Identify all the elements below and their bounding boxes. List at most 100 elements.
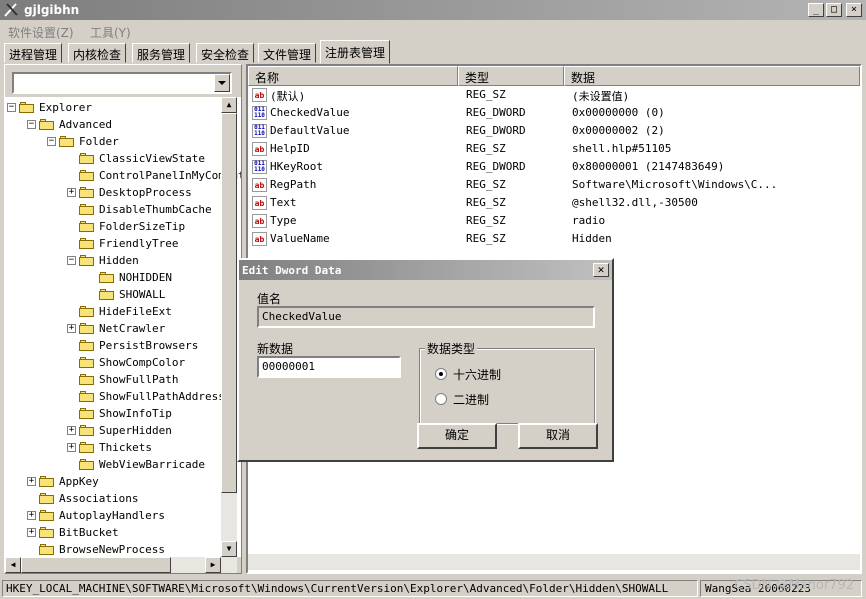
tree-node[interactable]: + DesktopProcess [5,185,221,201]
cell-data: (未设置值) [572,90,630,103]
key-combo-box[interactable] [12,72,232,94]
expand-icon[interactable]: + [67,188,76,197]
value-data-input[interactable]: 00000001 [257,356,401,378]
column-header-name[interactable]: 名称 [248,66,458,86]
ok-button[interactable]: 确定 [417,423,497,449]
maximize-button[interactable]: □ [826,3,842,17]
tree-node-label: PersistBrowsers [99,339,199,352]
tree-node[interactable]: WebViewBarricade [5,457,221,473]
tree-node[interactable]: ShowFullPath [5,372,221,388]
tree-node-label: WebViewBarricade [99,458,205,471]
scroll-thumb[interactable] [221,113,237,493]
list-row[interactable]: ab Type REG_SZ radio [248,212,860,230]
tree-node[interactable]: PersistBrowsers [5,338,221,354]
tree-node[interactable]: ClassicViewState [5,151,221,167]
tree-node[interactable]: FriendlyTree [5,236,221,252]
collapse-icon[interactable]: − [47,137,56,146]
tree-node[interactable]: FolderSizeTip [5,219,221,235]
tree-node[interactable]: + SuperHidden [5,423,221,439]
tree-node[interactable]: BrowseNewProcess [5,542,221,557]
column-header-data[interactable]: 数据 [564,66,860,86]
tree-node[interactable]: − Hidden [5,253,221,269]
tree-node-label: Hidden [99,254,139,267]
expand-icon[interactable]: + [67,324,76,333]
list-row[interactable]: ab Text REG_SZ @shell32.dll,-30500 [248,194,860,212]
tab-kernel[interactable]: 内核检查 [68,43,127,63]
scroll-up-icon[interactable]: ▲ [221,97,237,113]
menu-software-settings[interactable]: 软件设置(Z) [8,24,74,41]
cell-type: REG_DWORD [466,124,526,137]
list-row[interactable]: ab RegPath REG_SZ Software\Microsoft\Window… [248,176,860,194]
tree-horizontal-scrollbar[interactable]: ◀ ▶ [5,557,237,573]
tab-services[interactable]: 服务管理 [132,43,191,63]
binary-radio[interactable] [435,393,447,405]
tree-node[interactable]: − Advanced [5,117,221,133]
tab-process[interactable]: 进程管理 [4,43,63,63]
tree-node-label: Thickets [99,441,152,454]
column-header-type[interactable]: 类型 [458,66,564,86]
folder-icon [79,153,95,164]
tree-node[interactable]: ControlPanelInMyComputer [5,168,241,184]
tree-node[interactable]: + Thickets [5,440,221,456]
registry-tree[interactable]: − Explorer − Advanced − Folder ClassicViewStat… [5,97,241,557]
folder-icon [79,187,95,198]
list-row[interactable]: ab ValueName REG_SZ Hidden [248,230,860,248]
close-button[interactable]: × [846,3,862,17]
tree-node-label: HideFileExt [99,305,172,318]
scroll-down-icon[interactable]: ▼ [221,541,237,557]
tree-node[interactable]: − Folder [5,134,221,150]
tree-node[interactable]: + NetCrawler [5,321,221,337]
string-value-icon: ab [252,232,267,246]
menu-tools[interactable]: 工具(Y) [90,24,131,41]
tree-node[interactable]: ShowCompColor [5,355,221,371]
tree-node-label: Associations [59,492,139,505]
string-value-icon: ab [252,196,267,210]
list-row[interactable]: 011 110 HKeyRoot REG_DWORD 0x80000001 (2147… [248,158,860,176]
expand-icon[interactable]: + [27,477,36,486]
tab-files[interactable]: 文件管理 [258,43,317,63]
cancel-button[interactable]: 取消 [518,423,598,449]
tree-node-label: ClassicViewState [99,152,205,165]
list-row[interactable]: ab HelpID REG_SZ shell.hlp#51105 [248,140,860,158]
hscroll-thumb[interactable] [21,557,171,573]
tree-node[interactable]: HideFileExt [5,304,221,320]
hex-radio[interactable] [435,368,447,380]
expand-icon[interactable]: + [67,443,76,452]
tree-node[interactable]: + AutoplayHandlers [5,508,221,524]
tree-node[interactable]: ShowFullPathAddress [5,389,225,405]
tree-node[interactable]: NOHIDDEN [5,270,221,286]
minimize-button[interactable]: _ [808,3,824,17]
tab-registry[interactable]: 注册表管理 [320,40,391,64]
tree-node[interactable]: Associations [5,491,221,507]
list-row[interactable]: 011 110 CheckedValue REG_DWORD 0x00000000 (… [248,104,860,122]
folder-icon [79,374,95,385]
tab-security[interactable]: 安全检查 [196,43,255,63]
expand-icon[interactable]: + [27,528,36,537]
tree-node-label: NOHIDDEN [119,271,172,284]
cell-type: REG_SZ [466,178,506,191]
expand-icon[interactable]: + [67,426,76,435]
tree-node[interactable]: DisableThumbCache [5,202,221,218]
tree-node[interactable]: SHOWALL [5,287,221,303]
dropdown-arrow-icon[interactable] [214,74,230,92]
scroll-right-icon[interactable]: ▶ [205,557,221,573]
binary-radio-label[interactable]: 二进制 [453,391,489,408]
folder-icon [79,425,95,436]
hex-radio-label[interactable]: 十六进制 [453,366,501,383]
dialog-close-icon[interactable]: ✕ [593,263,609,277]
folder-icon [79,306,95,317]
expand-icon[interactable]: + [27,511,36,520]
scroll-left-icon[interactable]: ◀ [5,557,21,573]
tree-node[interactable]: − Explorer [5,100,221,116]
list-row[interactable]: 011 110 DefaultValue REG_DWORD 0x00000002 (… [248,122,860,140]
list-row[interactable]: ab (默认) REG_SZ (未设置值) [248,86,860,104]
tree-node[interactable]: ShowInfoTip [5,406,221,422]
tree-node[interactable]: + AppKey [5,474,221,490]
collapse-icon[interactable]: − [67,256,76,265]
tree-node-label: BitBucket [59,526,119,539]
tree-node[interactable]: + BitBucket [5,525,221,541]
list-horizontal-scrollbar[interactable] [248,554,860,570]
collapse-icon[interactable]: − [27,120,36,129]
collapse-icon[interactable]: − [7,103,16,112]
tree-vertical-scrollbar[interactable]: ▲ ▼ [221,97,237,557]
